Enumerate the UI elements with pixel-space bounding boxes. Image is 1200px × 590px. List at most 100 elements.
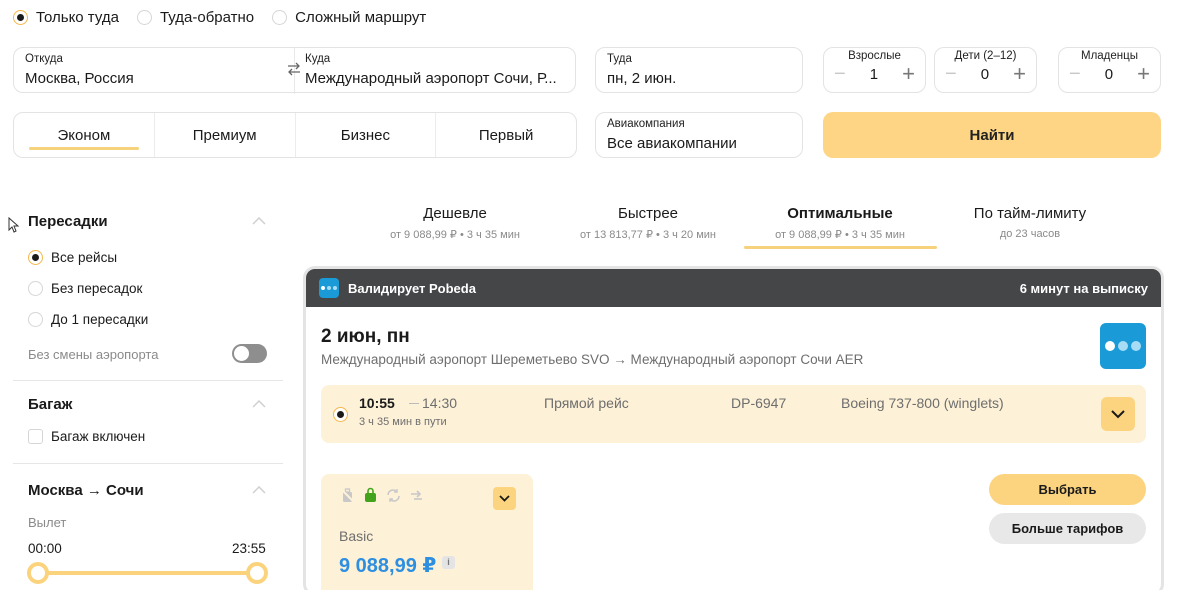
minus-icon[interactable]: − [1069,64,1081,84]
from-field[interactable]: Откуда Москва, Россия [14,48,294,94]
minus-icon[interactable]: − [945,64,957,84]
sort-tab-title: По тайм-лимиту [973,205,1087,222]
divider [13,463,283,464]
to-field[interactable]: Куда Международный аэропорт Сочи, Р... [295,48,577,94]
transfers-title: Пересадки [28,213,108,230]
slider-handle-max[interactable] [246,562,268,584]
checkbox-icon [28,429,43,444]
sort-tab-cheapest[interactable]: Дешевле от 9 088,99 ₽ • 3 ч 35 мин [385,205,525,241]
sort-tab-title: Дешевле [423,205,487,222]
exchange-crossed-icon [387,489,400,502]
swap-icon[interactable] [285,61,303,79]
airline-value: Все авиакомпании [607,135,737,152]
transfer-option-direct[interactable]: Без пересадок [28,281,142,296]
trip-type-multi-city[interactable]: Сложный маршрут [272,7,426,27]
sort-tab-active-indicator [744,246,937,249]
plus-icon[interactable]: + [902,63,915,85]
sort-tab-title: Оптимальные [787,205,893,222]
tab-label: Эконом [57,126,111,144]
tab-label: Премиум [192,126,257,144]
transfer-option-all[interactable]: Все рейсы [28,250,117,265]
validator-text: Валидирует Pobeda [348,280,476,296]
radio-icon [272,9,288,25]
airline-select[interactable]: Авиакомпания Все авиакомпании [595,112,803,158]
sort-tab-subtitle: от 9 088,99 ₽ • 3 ч 35 мин [775,229,905,241]
to-label: Куда [305,53,331,65]
find-button[interactable]: Найти [823,112,1161,158]
chevron-up-icon[interactable] [252,217,266,225]
baggage-included-label: Багаж включен [51,429,146,444]
transfer-option-label: До 1 пересадки [51,312,149,327]
divider [13,380,283,381]
transfer-option-label: Без пересадок [51,281,143,296]
trip-type-group: Только туда Туда-обратно Сложный маршрут [13,7,444,27]
tab-label: Бизнес [340,126,390,144]
flight-segment[interactable]: 10:55 14:30 3 ч 35 мин в пути Прямой рей… [321,385,1146,443]
trip-type-label: Сложный маршрут [295,8,427,26]
tab-premium[interactable]: Премиум [155,113,296,157]
from-value: Москва, Россия [25,70,134,87]
departure-time-slider [38,571,257,575]
departure-label: Вылет [28,515,67,530]
radio-selected-icon [13,9,28,25]
time-from: 00:00 [28,541,62,556]
radio-icon [28,281,43,296]
airline-logo-icon [1100,323,1146,369]
chevron-up-icon[interactable] [252,400,266,408]
from-to-field: Откуда Москва, Россия Куда Международный… [13,47,577,94]
flight-duration: 3 ч 35 мин в пути [359,416,447,428]
sort-tab-fastest[interactable]: Быстрее от 13 813,77 ₽ • 3 ч 20 мин [573,205,723,241]
plus-icon[interactable]: + [1013,63,1026,85]
tab-first[interactable]: Первый [436,113,576,157]
tab-economy[interactable]: Эконом [14,113,155,157]
chevron-up-icon[interactable] [252,486,266,494]
trip-type-label: Туда-обратно [159,8,255,26]
fare-price: 9 088,99 ₽ [339,555,437,577]
chevron-down-icon[interactable] [1101,397,1135,431]
sort-tab-time-limit[interactable]: По тайм-лимиту до 23 часов [960,205,1100,240]
trip-type-round-trip[interactable]: Туда-обратно [136,7,255,27]
more-fares-button[interactable]: Больше тарифов [989,513,1146,544]
minus-icon[interactable]: − [834,64,846,84]
date-value: пн, 2 июн. [607,70,677,87]
baggage-included-checkbox[interactable]: Багаж включен [28,429,145,444]
radio-selected-icon [333,407,348,422]
radio-selected-icon [28,250,43,265]
slider-handle-min[interactable] [27,562,49,584]
adults-stepper: Взрослые − 1 + [823,47,926,93]
select-button[interactable]: Выбрать [989,474,1146,505]
sort-tab-optimal[interactable]: Оптимальные от 9 088,99 ₽ • 3 ч 35 мин [765,205,915,241]
route-title: Москва → Сочи [28,482,144,499]
children-stepper: Дети (2–12) − 0 + [934,47,1037,93]
aircraft-type: Boeing 737-800 (winglets) [841,395,1004,411]
radio-icon [28,312,43,327]
trip-type-one-way[interactable]: Только туда [13,7,119,27]
tab-business[interactable]: Бизнес [296,113,437,157]
adults-value: 1 [869,65,879,83]
info-icon[interactable]: i [442,556,455,569]
airline-label: Авиакомпания [607,118,685,130]
transfer-option-one-stop[interactable]: До 1 пересадки [28,312,148,327]
time-limit-text: 6 минут на выписку [1019,280,1148,296]
carry-on-crossed-icon [340,488,355,503]
chevron-down-icon[interactable] [493,487,516,510]
trip-type-label: Только туда [36,8,119,26]
flight-type: Прямой рейс [544,395,629,411]
date-field[interactable]: Туда пн, 2 июн. [595,47,803,93]
to-value: Международный аэропорт Сочи, Р... [305,70,557,87]
refund-crossed-icon [411,490,422,500]
sort-tab-title: Быстрее [617,205,679,222]
fare-card[interactable]: Basic 9 088,99 ₽ i [321,474,533,590]
date-label: Туда [607,53,632,65]
sort-tab-subtitle: до 23 часов [999,228,1061,240]
mouse-cursor-icon [8,217,20,233]
no-airport-change-toggle[interactable] [232,344,267,363]
tab-label: Первый [478,126,534,144]
sort-tab-subtitle: от 9 088,99 ₽ • 3 ч 35 мин [390,229,520,241]
plus-icon[interactable]: + [1137,63,1150,85]
departure-time: 10:55 [359,395,395,411]
flight-number: DP-6947 [731,395,787,411]
time-to: 23:55 [232,541,266,556]
class-tabs: Эконом Премиум Бизнес Первый [13,112,577,158]
infants-value: 0 [1104,65,1114,83]
